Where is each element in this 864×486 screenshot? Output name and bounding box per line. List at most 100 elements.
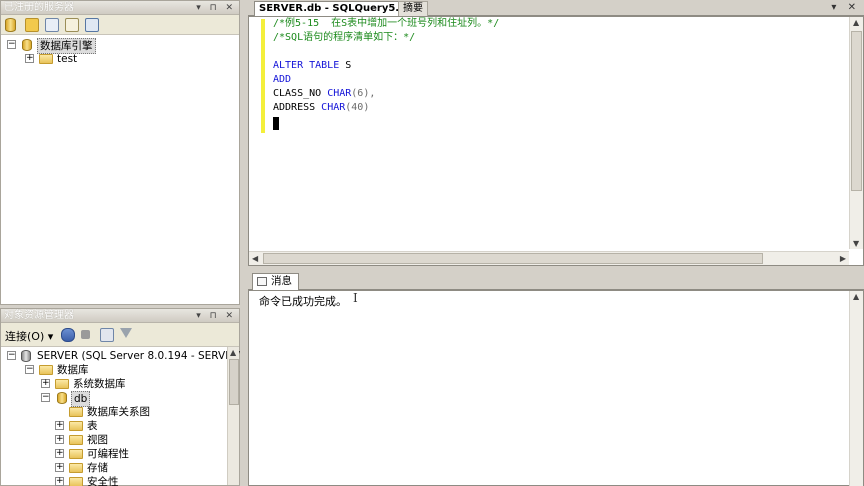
reporting-services-icon[interactable]: [45, 18, 59, 32]
tab-summary[interactable]: 摘要: [398, 1, 428, 16]
code-line-comment-2: /*SQL语句的程序清单如下：*/: [273, 32, 416, 43]
mobile-icon[interactable]: [85, 18, 99, 32]
folder-icon: [69, 435, 83, 445]
scrollbar-thumb[interactable]: [229, 359, 239, 405]
tab-label: 消息: [271, 275, 292, 287]
table-name: S: [339, 60, 352, 71]
integration-services-icon[interactable]: [65, 18, 79, 32]
folder-icon: [39, 365, 53, 375]
change-indicator-bar: [261, 19, 265, 133]
registered-servers-toolbar: [1, 15, 239, 35]
tree-node-server[interactable]: − SERVER (SQL Server 8.0.194 - SERVER\Ad…: [7, 349, 279, 363]
type-keyword: CHAR: [327, 88, 352, 99]
text-cursor-icon: I: [353, 291, 358, 305]
tab-messages[interactable]: 消息: [252, 273, 299, 290]
expand-icon[interactable]: +: [55, 463, 64, 472]
tree-node-label: 系统数据库: [73, 378, 126, 390]
scroll-up-icon[interactable]: ▲: [230, 348, 236, 357]
chevron-down-icon: ▾: [47, 330, 54, 343]
column-name: CLASS_NO: [273, 88, 328, 99]
scroll-left-icon[interactable]: ◀: [252, 254, 258, 263]
type-size: (40): [345, 102, 370, 113]
folder-icon: [69, 477, 83, 486]
expand-icon[interactable]: +: [25, 54, 34, 63]
keyword-alter-table: ALTER TABLE: [273, 60, 340, 71]
messages-pane[interactable]: 命令已成功完成。 I ▲: [248, 290, 864, 486]
tree-node-test[interactable]: + test: [25, 52, 205, 66]
code-line-add: ADD: [273, 74, 292, 85]
object-explorer-title-bar: 对象资源管理器 ▾ ⊓ ✕: [1, 309, 239, 323]
collapse-icon[interactable]: −: [7, 40, 16, 49]
database-engine-icon: [22, 39, 32, 51]
tree-node-label: 安全性: [87, 476, 119, 486]
server-icon: [21, 350, 31, 362]
tree-node-system-databases[interactable]: + 系统数据库: [41, 377, 221, 391]
server-group-icon: [39, 54, 53, 64]
collapse-icon[interactable]: −: [41, 393, 50, 402]
editor-vertical-scrollbar[interactable]: ▲ ▼: [849, 17, 863, 249]
column-name: ADDRESS: [273, 102, 322, 113]
type-keyword: CHAR: [321, 102, 346, 113]
tree-node-programmability[interactable]: + 可编程性: [55, 447, 205, 461]
text-caret: [273, 117, 279, 130]
folder-icon: [69, 421, 83, 431]
database-engine-icon[interactable]: [5, 18, 16, 32]
object-explorer-tree: − SERVER (SQL Server 8.0.194 - SERVER\Ad…: [1, 347, 279, 486]
registered-servers-tree: − 数据库引擎 + test: [1, 35, 239, 303]
connect-server-icon[interactable]: [61, 328, 75, 342]
messages-scrollbar[interactable]: ▲: [849, 291, 863, 486]
tree-node-database-engine[interactable]: − 数据库引擎: [7, 38, 207, 54]
object-explorer-title: 对象资源管理器: [4, 310, 74, 321]
panel-controls[interactable]: ▾ ⊓ ✕: [196, 1, 236, 15]
code-line-comment-1: /*例5-15 在S表中增加一个班号列和住址列。*/: [273, 18, 500, 29]
folder-icon: [55, 379, 69, 389]
tree-node-label: 可编程性: [87, 448, 129, 460]
registered-servers-panel: 已注册的服务器 ▾ ⊓ ✕ − 数据库引擎 + test: [0, 0, 240, 305]
tree-node-label: 表: [87, 420, 98, 432]
scroll-up-icon[interactable]: ▲: [853, 18, 859, 27]
code-line-class-no: CLASS_NO CHAR(6),: [273, 87, 375, 101]
scrollbar-thumb[interactable]: [851, 31, 862, 191]
expand-icon[interactable]: +: [55, 449, 64, 458]
stop-icon[interactable]: [81, 330, 90, 339]
expand-icon[interactable]: +: [55, 477, 64, 486]
folder-icon: [69, 407, 83, 417]
refresh-icon[interactable]: [100, 328, 114, 342]
query-editor[interactable]: /*例5-15 在S表中增加一个班号列和住址列。*/ /*SQL语句的程序清单如…: [248, 16, 864, 266]
code-line-address: ADDRESS CHAR(40): [273, 101, 369, 115]
expand-icon[interactable]: +: [55, 435, 64, 444]
panel-splitter[interactable]: [240, 0, 248, 486]
tab-controls[interactable]: ▾ ✕: [831, 2, 860, 13]
expand-icon[interactable]: +: [55, 421, 64, 430]
panel-controls[interactable]: ▾ ⊓ ✕: [196, 309, 236, 323]
collapse-icon[interactable]: −: [7, 351, 16, 360]
tree-node-db[interactable]: − db: [41, 391, 221, 407]
connect-label: 连接(O): [5, 330, 45, 343]
editor-horizontal-scrollbar[interactable]: ◀ ▶: [249, 251, 849, 265]
tree-node-security[interactable]: + 安全性: [55, 475, 205, 486]
type-size: (6),: [351, 88, 376, 99]
tree-node-label: 视图: [87, 434, 108, 446]
folder-icon: [69, 449, 83, 459]
collapse-icon[interactable]: −: [25, 365, 34, 374]
object-explorer-toolbar: 连接(O) ▾: [1, 323, 239, 347]
scroll-right-icon[interactable]: ▶: [840, 254, 846, 263]
scrollbar-thumb[interactable]: [263, 253, 763, 264]
analysis-services-icon[interactable]: [25, 18, 39, 32]
code-line-alter: ALTER TABLE S: [273, 59, 351, 73]
tree-node-diagrams[interactable]: 数据库关系图: [69, 405, 219, 419]
tree-node-tables[interactable]: + 表: [55, 419, 205, 433]
tree-node-label: 数据库关系图: [87, 406, 150, 418]
expand-icon[interactable]: +: [41, 379, 50, 388]
registered-servers-title: 已注册的服务器: [4, 2, 74, 13]
scroll-down-icon[interactable]: ▼: [853, 239, 859, 248]
database-icon: [57, 392, 67, 404]
scroll-up-icon[interactable]: ▲: [853, 292, 859, 301]
object-explorer-scrollbar[interactable]: ▲: [227, 347, 239, 485]
registered-servers-title-bar: 已注册的服务器 ▾ ⊓ ✕: [1, 1, 239, 15]
tree-node-views[interactable]: + 视图: [55, 433, 205, 447]
filter-icon[interactable]: [120, 328, 132, 338]
tree-node-storage[interactable]: + 存储: [55, 461, 205, 475]
connect-button[interactable]: 连接(O) ▾: [5, 328, 53, 344]
tree-node-databases[interactable]: − 数据库: [25, 363, 205, 377]
